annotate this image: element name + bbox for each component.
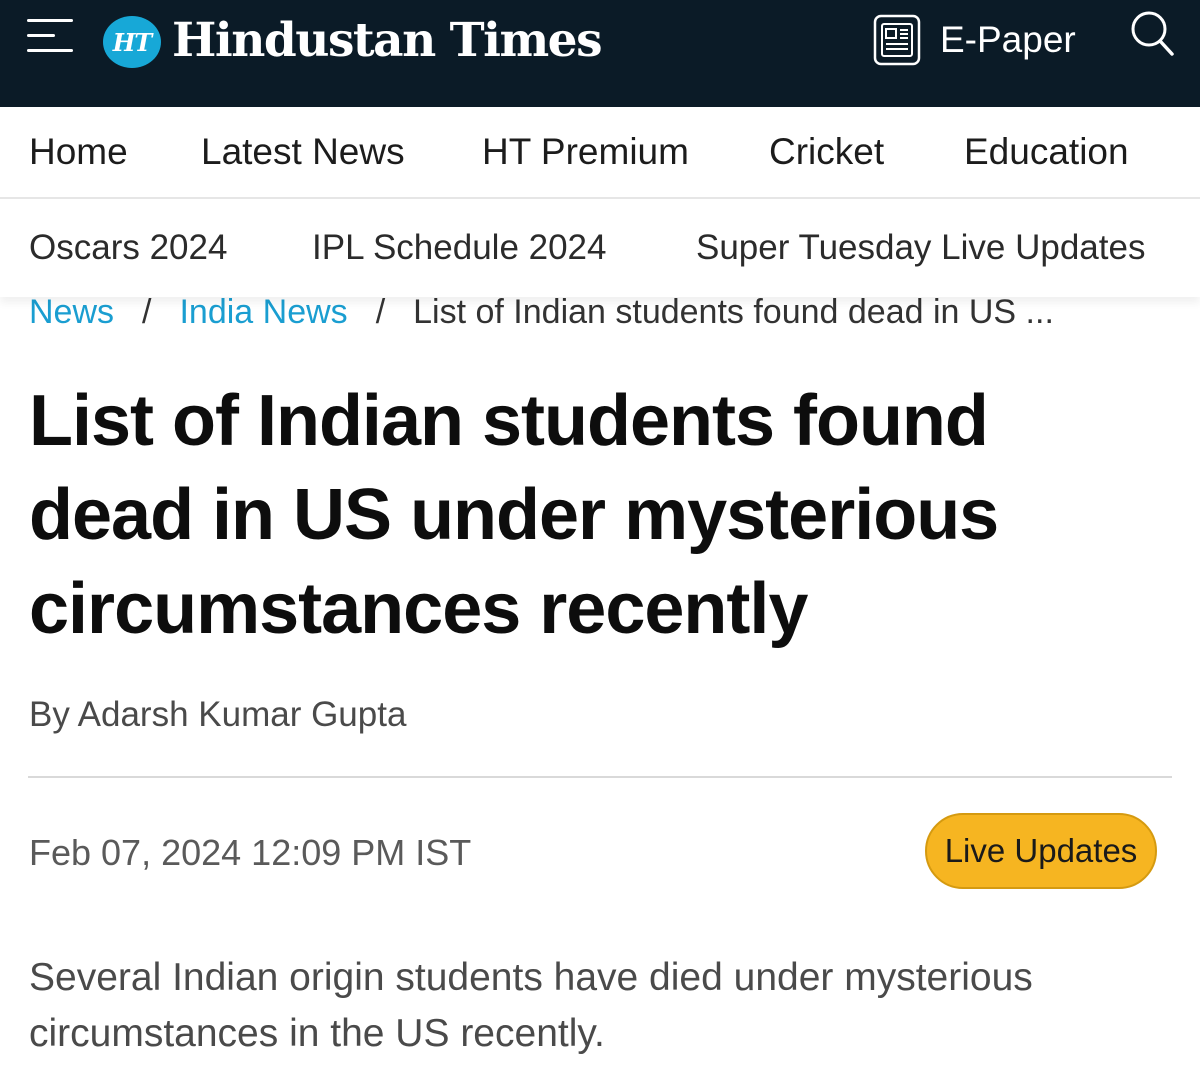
trending-item-oscars-2024[interactable]: Oscars 2024 bbox=[29, 199, 227, 297]
nav-item-latest-news[interactable]: Latest News bbox=[201, 107, 405, 197]
epaper-label: E-Paper bbox=[940, 19, 1076, 60]
hamburger-menu-icon[interactable] bbox=[27, 19, 73, 53]
nav-item-cricket[interactable]: Cricket bbox=[769, 107, 884, 197]
breadcrumb-link-news[interactable]: News bbox=[29, 293, 114, 331]
article-byline: By Adarsh Kumar Gupta bbox=[29, 695, 407, 734]
article-timestamp: Feb 07, 2024 12:09 PM IST bbox=[29, 832, 472, 873]
top-bar: HT Hindustan Times E-Paper bbox=[0, 0, 1200, 107]
epaper-link[interactable]: E-Paper bbox=[873, 12, 1076, 68]
primary-nav: Home Latest News HT Premium Cricket Educ… bbox=[0, 107, 1200, 199]
trending-item-super-tuesday[interactable]: Super Tuesday Live Updates bbox=[696, 199, 1145, 297]
breadcrumb: News / India News / List of Indian students … bbox=[29, 292, 1169, 332]
breadcrumb-separator: / bbox=[142, 293, 152, 331]
article-summary: Several Indian origin students have died… bbox=[29, 956, 1033, 1055]
site-logo-text[interactable]: Hindustan Times bbox=[172, 10, 603, 72]
live-updates-button[interactable]: Live Updates bbox=[925, 813, 1157, 889]
breadcrumb-current: List of Indian students found dead in US… bbox=[413, 293, 1054, 331]
breadcrumb-separator: / bbox=[375, 293, 386, 331]
ht-logo-badge[interactable]: HT bbox=[103, 16, 161, 68]
breadcrumb-link-india-news[interactable]: India News bbox=[179, 293, 347, 331]
trending-item-ipl-schedule-2024[interactable]: IPL Schedule 2024 bbox=[312, 199, 607, 297]
article-headline: List of Indian students found dead in US… bbox=[29, 381, 999, 649]
nav-item-education[interactable]: Education bbox=[964, 107, 1129, 197]
nav-item-home[interactable]: Home bbox=[29, 107, 128, 197]
search-icon[interactable] bbox=[1128, 8, 1176, 58]
newspaper-icon bbox=[873, 14, 921, 66]
nav-item-ht-premium[interactable]: HT Premium bbox=[482, 107, 689, 197]
divider bbox=[28, 776, 1172, 778]
trending-nav: Oscars 2024 IPL Schedule 2024 Super Tues… bbox=[0, 199, 1200, 297]
